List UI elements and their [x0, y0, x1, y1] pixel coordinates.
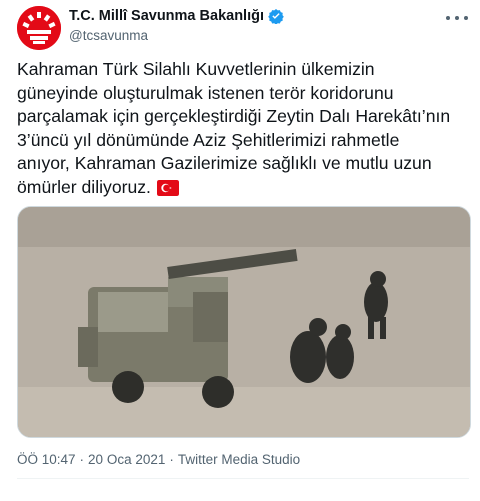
video-frame-image [18, 207, 470, 437]
tweet-date[interactable]: 20 Oca 2021 [88, 452, 165, 467]
display-name[interactable]: T.C. Millî Savunma Bakanlığı [69, 8, 264, 24]
divider [17, 478, 469, 479]
meta-separator: · [169, 452, 174, 467]
more-options-icon[interactable] [446, 10, 468, 26]
tweet-source: Twitter Media Studio [177, 452, 301, 467]
meta-separator: · [79, 452, 85, 467]
turkey-flag-icon [156, 179, 179, 196]
verified-badge-icon [268, 9, 284, 24]
account-handle[interactable]: @tcsavunma [69, 28, 148, 43]
avatar[interactable] [17, 6, 61, 50]
tweet-metadata: ÖÖ 10:47 · 20 Oca 2021 · Twitter Media S… [17, 452, 300, 467]
tweet-body: Kahraman Türk Silahlı Kuvvetlerinin ülke… [17, 59, 451, 197]
tweet-time[interactable]: ÖÖ 10:47 [17, 452, 76, 467]
tweet-media-video[interactable] [17, 206, 471, 438]
tweet-header: T.C. Millî Savunma Bakanlığı @tcsavunma [0, 0, 480, 60]
tweet-text: Kahraman Türk Silahlı Kuvvetlerinin ülke… [17, 58, 472, 199]
turkish-emblem-avatar-icon [17, 6, 61, 50]
